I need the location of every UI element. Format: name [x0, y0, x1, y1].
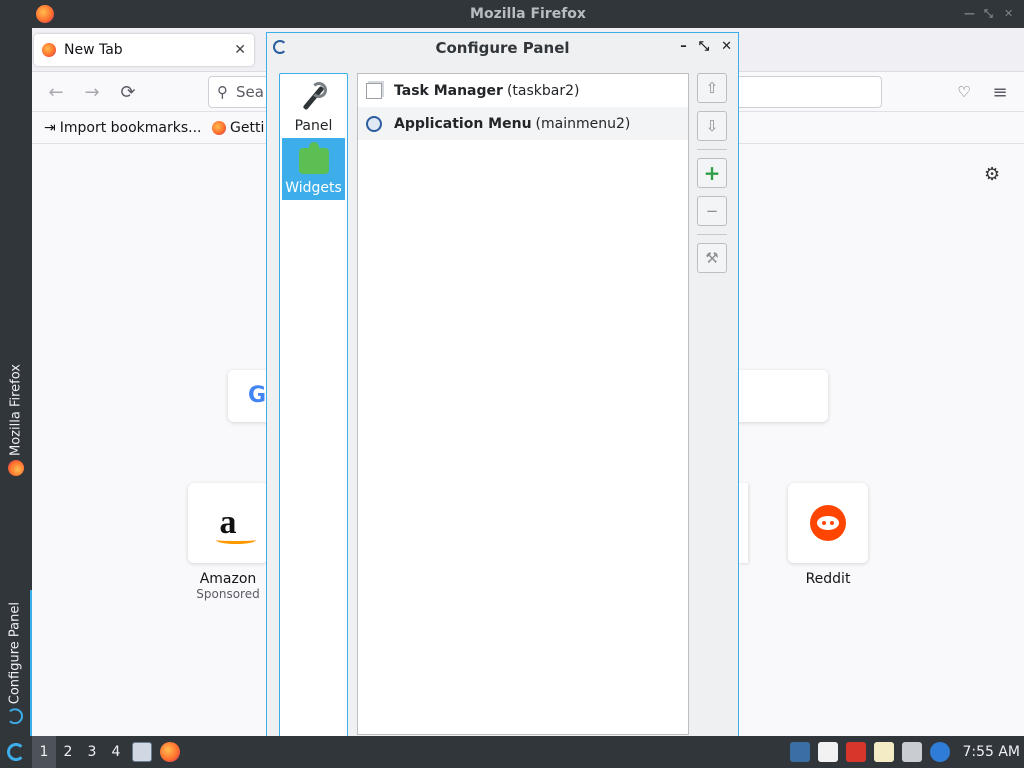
clock[interactable]: 7:55 AM — [962, 744, 1020, 760]
search-icon: ⚲ — [217, 83, 228, 101]
shortcut-sponsored-label: Sponsored — [196, 587, 260, 601]
desktop-switch-3[interactable]: 3 — [80, 736, 104, 768]
task-label: Configure Panel — [7, 601, 23, 705]
close-icon[interactable]: ✕ — [1004, 7, 1013, 20]
url-placeholder: Sea — [236, 83, 264, 101]
dialog-title: Configure Panel — [435, 38, 570, 57]
monitor-icon[interactable] — [790, 742, 811, 762]
quicklaunch-firefox[interactable] — [156, 736, 184, 768]
lxqt-icon — [273, 40, 287, 54]
quicklaunch-file-manager[interactable] — [128, 736, 156, 768]
move-up-button[interactable]: ⇧ — [697, 73, 727, 103]
menu-icon[interactable]: ≡ — [988, 80, 1012, 104]
application-menu-button[interactable] — [0, 736, 32, 768]
settings-gear-icon[interactable]: ⚙ — [984, 164, 1000, 185]
system-tray: 7:55 AM — [790, 736, 1024, 768]
shortcut-amazon[interactable]: a Amazon Sponsored — [188, 483, 268, 601]
notes-icon[interactable] — [818, 742, 839, 762]
firefox-icon — [36, 5, 54, 23]
bookmark-label: Getti — [230, 120, 265, 136]
clipboard-icon[interactable] — [874, 742, 895, 762]
bookmark-getting-started[interactable]: Getti — [212, 120, 264, 136]
back-button[interactable]: ← — [44, 80, 68, 104]
widget-id: (mainmenu2) — [535, 115, 631, 132]
pocket-icon[interactable]: ♡ — [952, 80, 976, 104]
shortcut-name: Reddit — [805, 571, 851, 587]
close-button[interactable]: ✕ — [721, 39, 732, 54]
file-manager-icon — [132, 742, 152, 762]
tab-label: New Tab — [64, 42, 123, 58]
widget-name: Task Manager — [394, 82, 503, 99]
shortcut-tile-partial — [738, 483, 748, 563]
vertical-task-strip: Mozilla Firefox Configure Panel — [0, 0, 32, 736]
firefox-icon — [160, 742, 180, 762]
maximize-button[interactable]: ⤡ — [699, 39, 709, 54]
desktop-switch-1[interactable]: 1 — [32, 736, 56, 768]
category-list: Panel Widgets — [279, 73, 348, 739]
amazon-logo-icon: a — [215, 504, 256, 544]
move-down-button[interactable]: ⇩ — [697, 111, 727, 141]
reddit-logo-icon — [810, 505, 846, 541]
task-button-configure-panel[interactable]: Configure Panel — [0, 590, 32, 736]
category-label: Widgets — [285, 180, 342, 196]
application-menu-icon — [366, 115, 382, 132]
no-network-icon[interactable] — [846, 742, 867, 762]
update-notifier-icon[interactable] — [930, 742, 951, 762]
task-label: Mozilla Firefox — [8, 364, 24, 456]
shortcut-tile[interactable] — [788, 483, 868, 563]
bookmark-import[interactable]: ⇥ Import bookmarks... — [44, 120, 202, 136]
category-widgets[interactable]: Widgets — [282, 138, 345, 200]
tab-new-tab[interactable]: New Tab ✕ — [34, 34, 254, 66]
widget-id: (taskbar2) — [506, 82, 580, 99]
bottom-taskbar: 1 2 3 4 7:55 AM — [0, 736, 1024, 768]
category-label: Panel — [294, 118, 333, 134]
shortcut-reddit[interactable]: Reddit — [788, 483, 868, 587]
minimize-button[interactable]: – — [680, 39, 687, 54]
usb-icon[interactable] — [902, 742, 923, 762]
firefox-icon — [42, 43, 56, 57]
lxqt-icon — [7, 708, 23, 725]
dialog-titlebar[interactable]: Configure Panel – ⤡ ✕ — [267, 33, 738, 62]
close-tab-icon[interactable]: ✕ — [234, 42, 246, 58]
list-item-task-manager[interactable]: Task Manager (taskbar2) — [358, 74, 688, 107]
separator — [697, 234, 727, 235]
lxqt-menu-icon — [7, 743, 25, 761]
configure-panel-dialog: Configure Panel – ⤡ ✕ Panel Widgets Task… — [266, 32, 739, 739]
puzzle-icon — [298, 142, 329, 174]
shortcut-name: Amazon — [199, 571, 257, 587]
desktop-switch-2[interactable]: 2 — [56, 736, 80, 768]
firefox-icon — [212, 121, 226, 135]
google-icon: G — [248, 383, 267, 408]
desktop-switch-4[interactable]: 4 — [104, 736, 128, 768]
separator — [697, 149, 727, 150]
add-widget-button[interactable]: + — [697, 158, 727, 188]
shortcut-tile[interactable]: a — [188, 483, 268, 563]
maximize-icon[interactable]: ⤡ — [984, 7, 993, 21]
minimize-icon[interactable]: — — [964, 7, 975, 20]
bookmark-label: Import bookmarks... — [59, 120, 202, 136]
task-button-firefox[interactable]: Mozilla Firefox — [0, 352, 32, 488]
firefox-icon — [8, 459, 24, 476]
configure-widget-button[interactable]: ⚒ — [697, 243, 727, 273]
list-item-application-menu[interactable]: Application Menu (mainmenu2) — [358, 107, 688, 140]
task-manager-icon — [366, 82, 382, 99]
category-panel[interactable]: Panel — [282, 76, 345, 138]
remove-widget-button[interactable]: − — [697, 196, 727, 226]
window-title: Mozilla Firefox — [470, 6, 586, 22]
forward-button[interactable]: → — [80, 80, 104, 104]
widget-name: Application Menu — [394, 115, 532, 132]
widget-list: Task Manager (taskbar2) Application Menu… — [357, 73, 689, 735]
wrench-icon — [299, 82, 329, 112]
reload-button[interactable]: ⟳ — [116, 80, 140, 104]
firefox-titlebar[interactable]: Mozilla Firefox — ⤡ ✕ — [32, 0, 1024, 28]
import-icon: ⇥ — [44, 120, 56, 136]
